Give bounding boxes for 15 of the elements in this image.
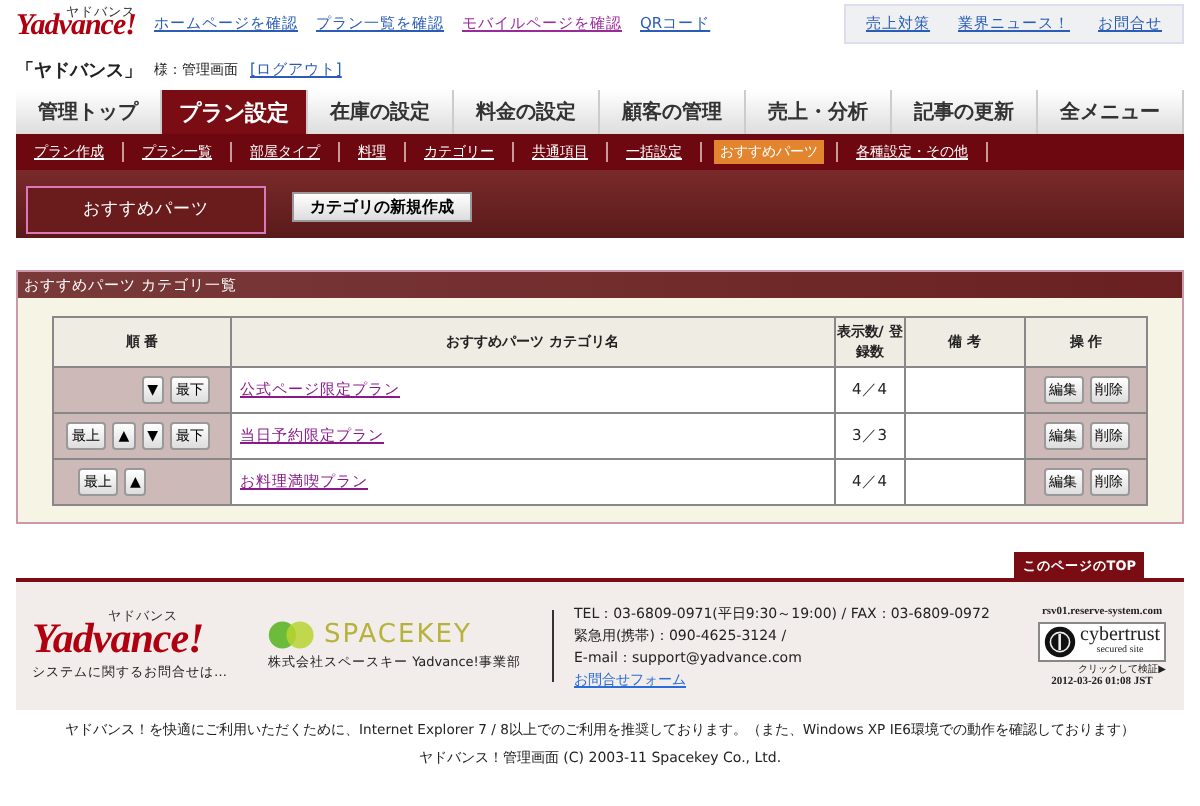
nav-tab[interactable]: 売上・分析 [746, 90, 892, 134]
nav-tab[interactable]: プラン設定 [162, 90, 308, 134]
circles-icon [268, 620, 316, 650]
page-title: おすすめパーツ [26, 186, 266, 234]
nav-tab[interactable]: 料金の設定 [454, 90, 600, 134]
nav-tab[interactable]: 顧客の管理 [600, 90, 746, 134]
nav-tab[interactable]: 管理トップ [16, 90, 162, 134]
seal-icon [1044, 625, 1076, 657]
company-logo: SPACEKEY [324, 620, 472, 650]
account-name: 「ヤドバンス」 [16, 59, 142, 83]
nav-tab[interactable]: 記事の更新 [892, 90, 1038, 134]
new-category-button[interactable]: カテゴリの新規作成 [292, 191, 472, 221]
seal-brand: cybertrust [1080, 626, 1160, 646]
nav-tab[interactable]: 在庫の設定 [308, 90, 454, 134]
nav-tab[interactable]: 全メニュー [1038, 90, 1184, 134]
